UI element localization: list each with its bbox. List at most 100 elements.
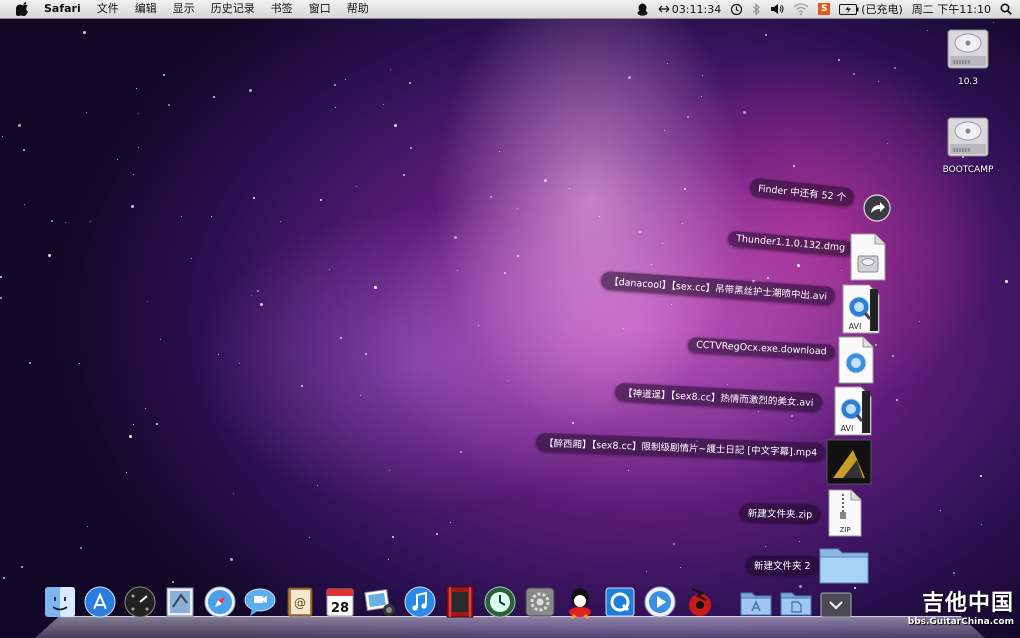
star bbox=[0, 276, 2, 278]
star bbox=[388, 559, 389, 560]
menu-help[interactable]: 帮助 bbox=[339, 0, 377, 18]
dock-iphoto[interactable] bbox=[360, 582, 400, 622]
star bbox=[892, 355, 894, 357]
dock-itunes[interactable] bbox=[400, 582, 440, 622]
star bbox=[651, 264, 652, 265]
dock-ical[interactable]: 28 bbox=[320, 582, 360, 622]
star bbox=[392, 536, 394, 538]
star bbox=[896, 399, 898, 401]
star bbox=[436, 533, 438, 535]
star bbox=[249, 89, 252, 92]
qq-icon bbox=[569, 588, 591, 619]
dock-documents-folder[interactable] bbox=[776, 582, 816, 622]
desktop-drive-bootcamp[interactable]: BOOTCAMP bbox=[928, 112, 1008, 175]
dock-system-preferences[interactable] bbox=[520, 582, 560, 622]
dock-thunder[interactable] bbox=[680, 582, 720, 622]
input-method-icon[interactable]: S bbox=[818, 3, 831, 15]
dock-qq[interactable] bbox=[560, 582, 600, 622]
dock-time-machine[interactable] bbox=[480, 582, 520, 622]
menu-bookmarks[interactable]: 书签 bbox=[263, 0, 301, 18]
dock-downloads-stack[interactable] bbox=[816, 582, 856, 622]
star bbox=[131, 205, 134, 208]
dock-photo-booth[interactable] bbox=[440, 582, 480, 622]
star bbox=[65, 222, 66, 223]
dock-mail[interactable] bbox=[160, 582, 200, 622]
dock-app-store[interactable] bbox=[80, 582, 120, 622]
star bbox=[320, 199, 322, 201]
volume-icon[interactable] bbox=[770, 3, 784, 15]
star bbox=[680, 567, 681, 568]
dock-dashboard[interactable] bbox=[120, 582, 160, 622]
stack-item-label[interactable]: 新建文件夹 2 bbox=[746, 556, 819, 574]
avi-file-icon[interactable]: AVI bbox=[832, 385, 874, 437]
menu-view[interactable]: 显示 bbox=[165, 0, 203, 18]
watermark-url: bbs.GuitarChina.com bbox=[907, 617, 1014, 627]
mp4-file-icon[interactable] bbox=[825, 438, 873, 486]
dock-quicktime[interactable] bbox=[600, 582, 640, 622]
finder-icon bbox=[45, 587, 75, 617]
star bbox=[457, 270, 458, 271]
star bbox=[572, 422, 574, 424]
star bbox=[981, 524, 982, 525]
stack-item-label[interactable]: 新建文件夹.zip bbox=[739, 503, 821, 523]
open-in-finder-arrow-icon[interactable] bbox=[863, 194, 891, 222]
dmg-file-icon[interactable] bbox=[848, 232, 888, 282]
menu-app-name[interactable]: Safari bbox=[36, 0, 89, 18]
drive-label: BOOTCAMP bbox=[942, 165, 994, 175]
dock-safari[interactable] bbox=[200, 582, 240, 622]
star bbox=[671, 304, 672, 305]
time-machine-status-icon[interactable] bbox=[730, 3, 743, 16]
star bbox=[878, 81, 879, 82]
menu-window[interactable]: 窗口 bbox=[301, 0, 339, 18]
star bbox=[403, 174, 405, 176]
star bbox=[86, 112, 87, 113]
star bbox=[517, 208, 518, 209]
dock-finder[interactable] bbox=[40, 582, 80, 622]
star bbox=[239, 363, 240, 364]
star bbox=[365, 353, 367, 355]
network-timer[interactable]: 03:11:34 bbox=[658, 3, 721, 16]
avi-badge: AVI bbox=[849, 322, 862, 331]
battery-status[interactable]: (已充电) bbox=[839, 1, 903, 17]
battery-text: (已充电) bbox=[861, 3, 903, 16]
qq-status-icon[interactable] bbox=[636, 3, 649, 16]
folder-icon[interactable] bbox=[818, 543, 870, 585]
avi-file-icon[interactable]: AVI bbox=[840, 283, 882, 335]
desktop-drive-10-3[interactable]: 10.3 bbox=[928, 24, 1008, 87]
star bbox=[460, 451, 462, 453]
watermark-title: 吉他中国 bbox=[921, 591, 1014, 616]
star bbox=[48, 254, 51, 257]
star bbox=[79, 363, 80, 364]
avi-badge: AVI bbox=[841, 424, 854, 433]
star bbox=[126, 472, 127, 473]
star bbox=[682, 223, 683, 224]
star bbox=[260, 303, 263, 306]
wifi-icon[interactable] bbox=[793, 3, 809, 15]
dock-applications-folder[interactable] bbox=[736, 582, 776, 622]
star bbox=[334, 84, 336, 86]
download-file-icon[interactable] bbox=[836, 335, 876, 385]
star bbox=[24, 204, 25, 205]
star bbox=[841, 270, 842, 271]
spotlight-search-icon[interactable] bbox=[1000, 3, 1012, 15]
star bbox=[138, 113, 139, 114]
dock-quicktime-player[interactable] bbox=[640, 582, 680, 622]
dock-address-book[interactable]: @ bbox=[280, 582, 320, 622]
menu-edit[interactable]: 编辑 bbox=[127, 0, 165, 18]
address-book-icon: @ bbox=[287, 587, 313, 617]
star bbox=[345, 79, 346, 80]
star bbox=[569, 188, 570, 189]
star bbox=[701, 96, 702, 97]
svg-text:@: @ bbox=[294, 596, 306, 610]
apple-menu-icon[interactable] bbox=[16, 2, 30, 16]
menu-file[interactable]: 文件 bbox=[89, 0, 127, 18]
star bbox=[80, 547, 82, 549]
hard-drive-icon bbox=[947, 117, 989, 157]
dock-ichat[interactable] bbox=[240, 582, 280, 622]
menu-history[interactable]: 历史记录 bbox=[203, 0, 263, 18]
zip-file-icon[interactable]: ZIP bbox=[826, 488, 864, 538]
clock[interactable]: 周二 下午11:10 bbox=[912, 1, 991, 17]
bluetooth-icon[interactable] bbox=[752, 2, 761, 16]
star bbox=[478, 325, 479, 326]
star bbox=[138, 147, 139, 148]
